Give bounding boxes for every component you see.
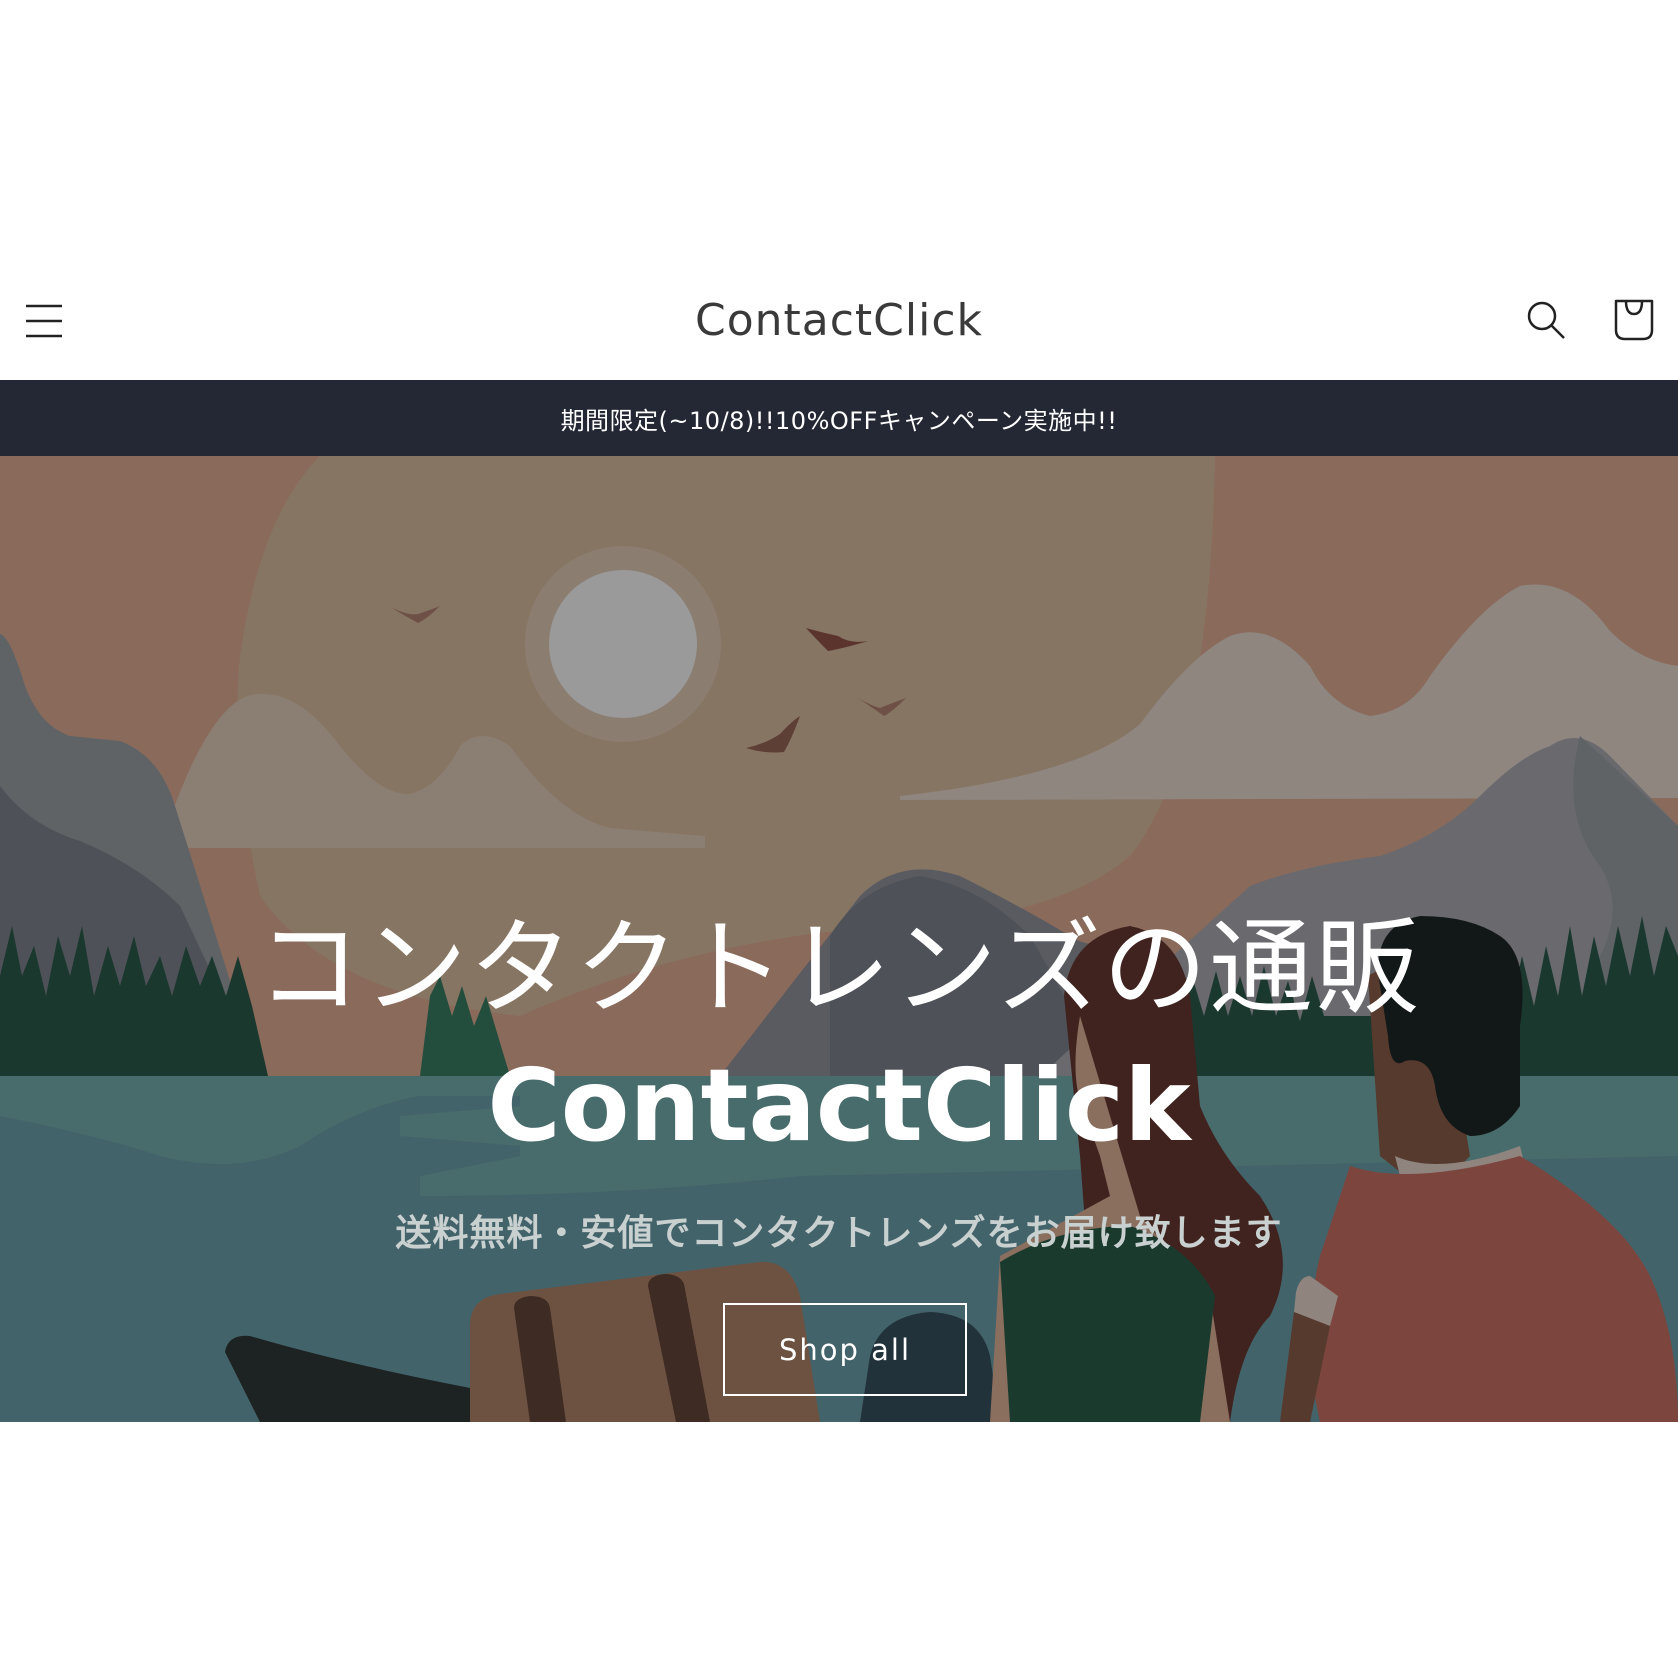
top-blank-area — [0, 0, 1678, 260]
shop-all-button[interactable]: Shop all — [723, 1303, 967, 1396]
site-header: ContactClick — [0, 260, 1678, 380]
cart-button[interactable] — [1602, 288, 1666, 352]
hero-banner: コンタクトレンズの通販 ContactClick 送料無料・安値でコンタクトレン… — [0, 456, 1678, 1422]
hero-title-brand: ContactClick — [487, 1047, 1191, 1164]
shopping-bag-icon — [1614, 299, 1654, 341]
bottom-blank-area — [0, 1422, 1678, 1678]
menu-button[interactable] — [12, 288, 76, 352]
site-logo[interactable]: ContactClick — [695, 295, 983, 346]
hero-content: コンタクトレンズの通販 ContactClick 送料無料・安値でコンタクトレン… — [0, 456, 1678, 1422]
search-button[interactable] — [1514, 288, 1578, 352]
hero-subtitle: 送料無料・安値でコンタクトレンズをお届け致します — [395, 1213, 1283, 1254]
announcement-text: 期間限定(~10/8)!!10%OFFキャンペーン実施中!! — [560, 406, 1118, 435]
search-icon — [1527, 301, 1565, 339]
announcement-bar: 期間限定(~10/8)!!10%OFFキャンペーン実施中!! — [0, 380, 1678, 456]
hero-title-japanese: コンタクトレンズの通販 — [257, 907, 1421, 1029]
hamburger-menu-icon — [26, 304, 62, 338]
